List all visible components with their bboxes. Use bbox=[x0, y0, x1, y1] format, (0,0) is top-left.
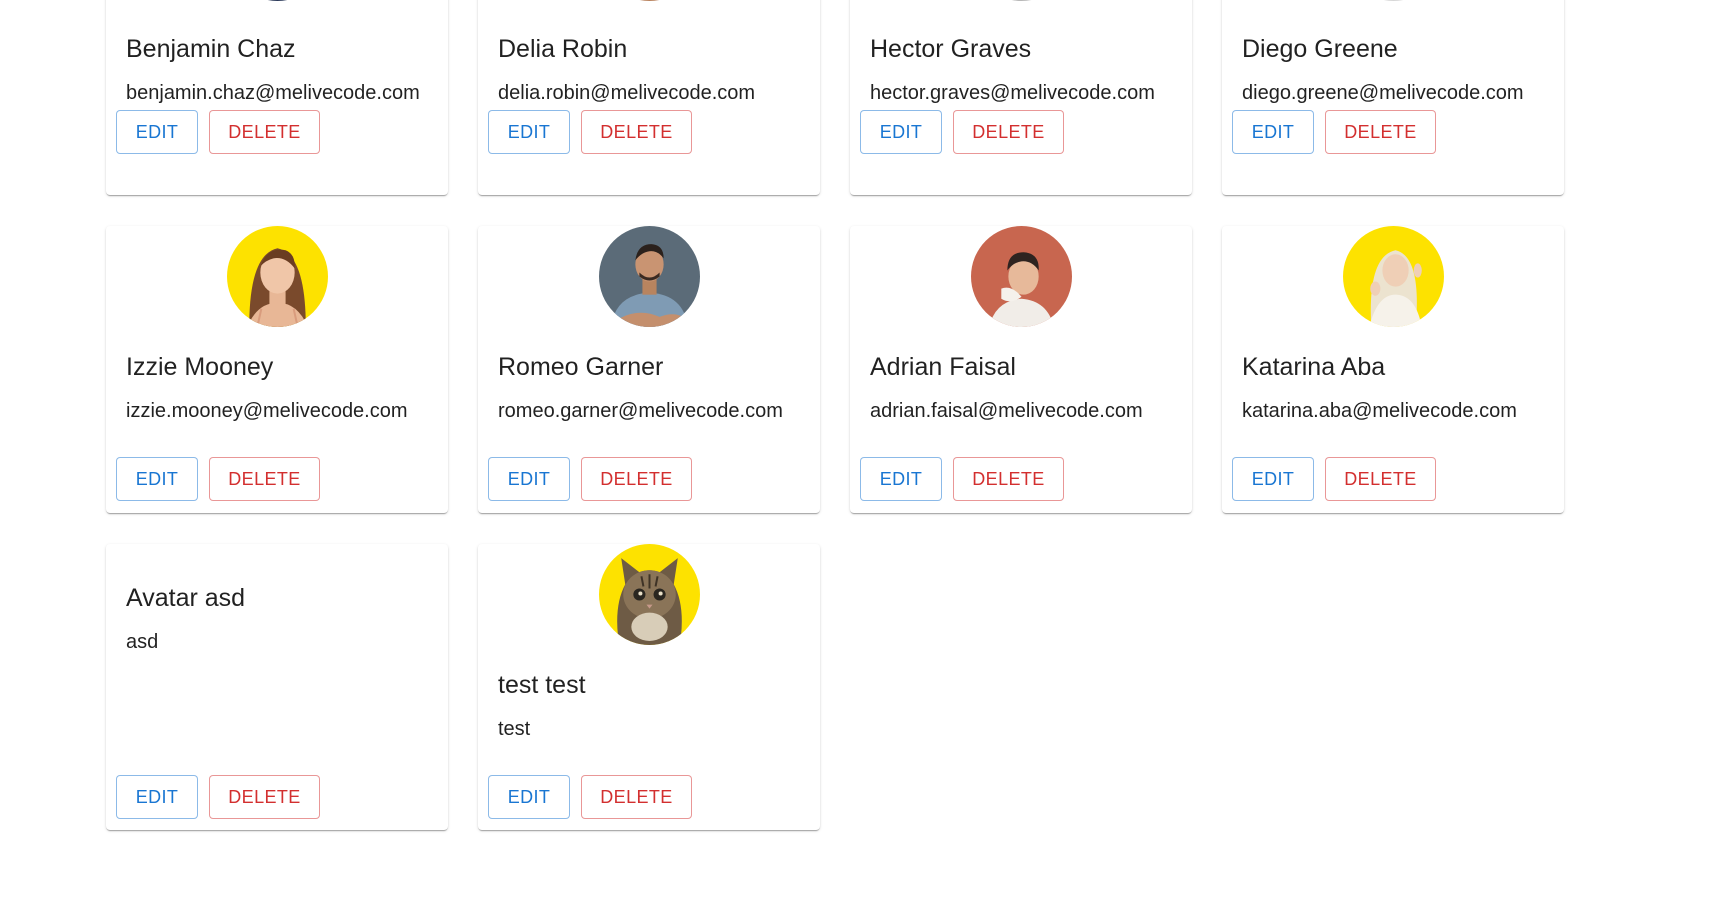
delete-button[interactable]: DELETE bbox=[581, 775, 692, 819]
user-card: Avatar asd asd EDIT DELETE bbox=[106, 544, 448, 830]
user-card: Adrian Faisal adrian.faisal@melivecode.co… bbox=[850, 226, 1192, 513]
user-email: benjamin.chaz@melivecode.com bbox=[126, 82, 420, 104]
avatar bbox=[599, 226, 700, 327]
user-card: Katarina Aba katarina.aba@melivecode.com E… bbox=[1222, 226, 1564, 513]
user-name: Delia Robin bbox=[498, 35, 628, 63]
user-card: Benjamin Chaz benjamin.chaz@melivecode.co… bbox=[106, 0, 448, 195]
delete-button[interactable]: DELETE bbox=[1325, 457, 1436, 501]
user-card: Romeo Garner romeo.garner@melivecode.com E… bbox=[478, 226, 820, 513]
user-email: romeo.garner@melivecode.com bbox=[498, 400, 783, 422]
user-card: test test test EDIT DELETE bbox=[478, 544, 820, 830]
edit-button[interactable]: EDIT bbox=[488, 110, 570, 154]
user-card: Diego Greene diego.greene@melivecode.com E… bbox=[1222, 0, 1564, 195]
user-email: katarina.aba@melivecode.com bbox=[1242, 400, 1517, 422]
user-name: Hector Graves bbox=[870, 35, 1032, 63]
user-email: adrian.faisal@melivecode.com bbox=[870, 400, 1143, 422]
avatar bbox=[971, 226, 1072, 327]
user-email: izzie.mooney@melivecode.com bbox=[126, 400, 408, 422]
user-email: diego.greene@melivecode.com bbox=[1242, 82, 1524, 104]
delete-button[interactable]: DELETE bbox=[209, 457, 320, 501]
user-name: Diego Greene bbox=[1242, 35, 1398, 63]
edit-button[interactable]: EDIT bbox=[860, 110, 942, 154]
delete-button[interactable]: DELETE bbox=[209, 110, 320, 154]
delete-button[interactable]: DELETE bbox=[209, 775, 320, 819]
user-card: Izzie Mooney izzie.mooney@melivecode.com E… bbox=[106, 226, 448, 513]
edit-button[interactable]: EDIT bbox=[116, 775, 198, 819]
user-name: Benjamin Chaz bbox=[126, 35, 296, 63]
edit-button[interactable]: EDIT bbox=[488, 775, 570, 819]
user-name: Romeo Garner bbox=[498, 353, 664, 381]
user-card: Delia Robin delia.robin@melivecode.com EDI… bbox=[478, 0, 820, 195]
avatar bbox=[227, 0, 328, 1]
user-name: Izzie Mooney bbox=[126, 353, 274, 381]
avatar bbox=[1343, 0, 1444, 1]
user-email: test bbox=[498, 718, 531, 740]
edit-button[interactable]: EDIT bbox=[116, 110, 198, 154]
delete-button[interactable]: DELETE bbox=[581, 457, 692, 501]
edit-button[interactable]: EDIT bbox=[488, 457, 570, 501]
avatar bbox=[599, 0, 700, 1]
user-name: Avatar asd bbox=[126, 584, 246, 612]
delete-button[interactable]: DELETE bbox=[581, 110, 692, 154]
user-name: Adrian Faisal bbox=[870, 353, 1016, 381]
user-email: delia.robin@melivecode.com bbox=[498, 82, 756, 104]
edit-button[interactable]: EDIT bbox=[1232, 457, 1314, 501]
user-name: test test bbox=[498, 671, 586, 699]
delete-button[interactable]: DELETE bbox=[953, 110, 1064, 154]
user-card: Hector Graves hector.graves@melivecode.co… bbox=[850, 0, 1192, 195]
user-name: Katarina Aba bbox=[1242, 353, 1386, 381]
avatar bbox=[1343, 226, 1444, 327]
user-email: asd bbox=[126, 631, 159, 653]
user-email: hector.graves@melivecode.com bbox=[870, 82, 1155, 104]
avatar bbox=[599, 544, 700, 645]
delete-button[interactable]: DELETE bbox=[1325, 110, 1436, 154]
delete-button[interactable]: DELETE bbox=[953, 457, 1064, 501]
user-card-grid: Benjamin Chaz benjamin.chaz@melivecode.co… bbox=[0, 0, 1712, 924]
edit-button[interactable]: EDIT bbox=[116, 457, 198, 501]
edit-button[interactable]: EDIT bbox=[1232, 110, 1314, 154]
avatar bbox=[227, 226, 328, 327]
edit-button[interactable]: EDIT bbox=[860, 457, 942, 501]
avatar bbox=[971, 0, 1072, 1]
